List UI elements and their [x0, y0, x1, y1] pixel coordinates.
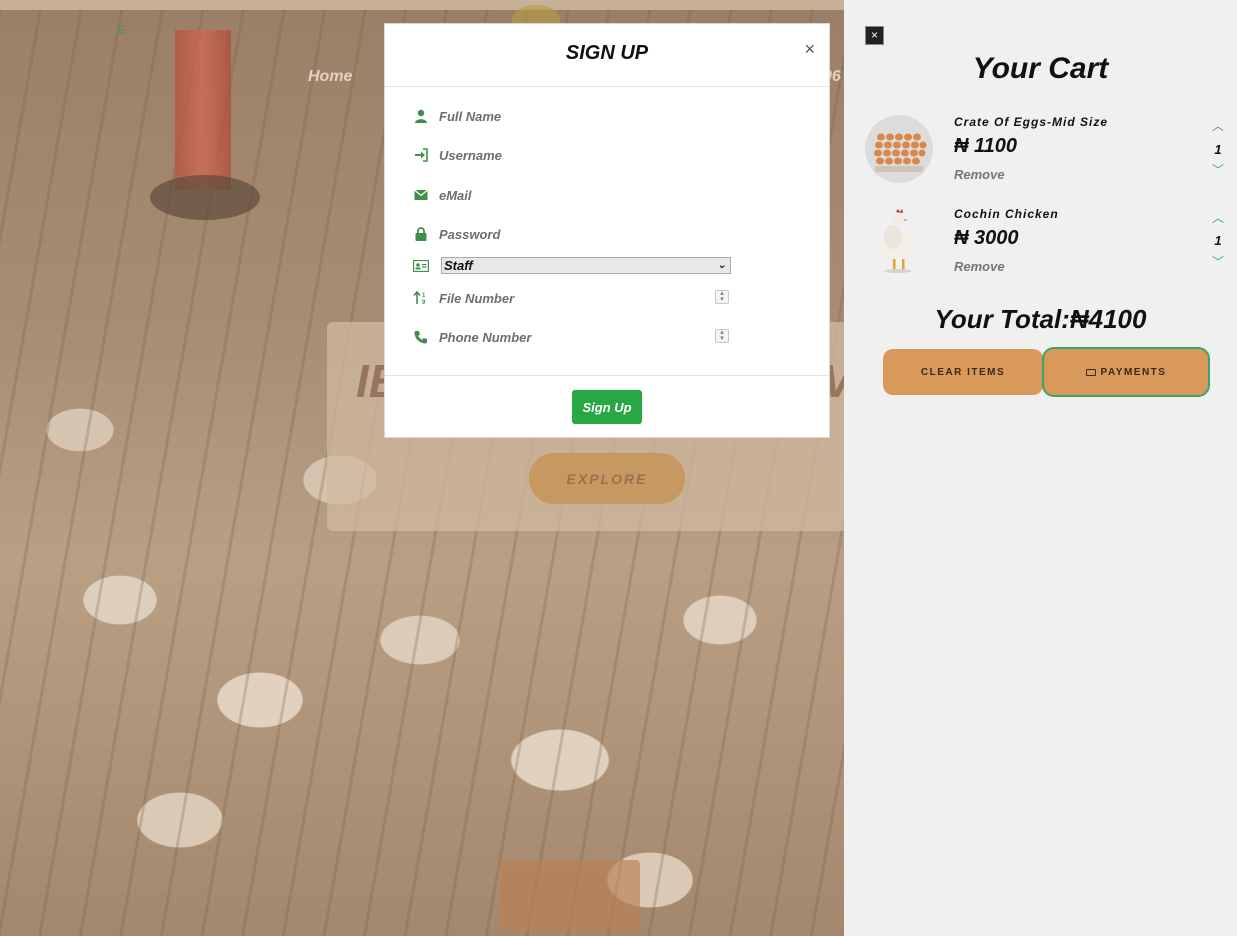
remove-item-link[interactable]: Remove — [954, 167, 1005, 182]
sign-in-icon — [413, 147, 429, 163]
full-name-row — [413, 106, 679, 126]
signup-submit-button[interactable]: Sign Up — [572, 390, 642, 424]
cart-item-quantity: 1 — [1214, 233, 1222, 248]
phone-icon — [413, 329, 429, 345]
credit-card-icon — [1085, 368, 1096, 376]
role-selected-value: Staff — [444, 258, 473, 273]
file-number-row: 19 ▴▾ — [413, 288, 729, 308]
cart-title: Your Cart — [972, 52, 1109, 85]
chevron-down-icon[interactable]: ﹀ — [1211, 256, 1225, 268]
chevron-down-icon: ⌄ — [717, 260, 726, 271]
clear-items-button[interactable]: CLEAR ITEMS — [883, 349, 1043, 395]
payments-label: PAYMENTS — [1100, 366, 1167, 378]
svg-text:9: 9 — [422, 300, 426, 305]
phone-number-row: ▴▾ — [413, 327, 729, 347]
email-input[interactable] — [439, 187, 679, 203]
username-row — [413, 145, 679, 165]
eggs-crate-image — [865, 115, 933, 183]
phone-number-spinner[interactable]: ▴ ▾ — [715, 329, 729, 343]
password-row — [413, 224, 679, 244]
chicken-image — [865, 207, 933, 275]
user-icon — [413, 108, 429, 124]
phone-number-input[interactable] — [439, 329, 679, 345]
remove-item-link[interactable]: Remove — [954, 259, 1005, 274]
signup-modal: SIGN UP × Staff ⌄ 19 — [384, 23, 830, 438]
cart-item-price: ₦ 1100 — [954, 135, 1018, 157]
envelope-icon — [413, 187, 429, 203]
cart-item: Cochin Chicken ₦ 3000 Remove ︿ 1 ﹀ — [865, 207, 1225, 287]
modal-footer: Sign Up — [385, 375, 829, 438]
cart-item-price: ₦ 3000 — [954, 227, 1019, 249]
full-name-input[interactable] — [439, 108, 679, 124]
modal-header: SIGN UP × — [385, 24, 829, 87]
sort-numeric-icon: 19 — [413, 290, 429, 306]
cart-close-icon[interactable]: × — [865, 26, 884, 45]
chevron-up-icon[interactable]: ︿ — [1211, 212, 1225, 224]
svg-text:1: 1 — [422, 293, 426, 299]
cart-panel: × Your Cart Crate Of Eggs-Mid Size ₦ 110… — [844, 0, 1237, 936]
password-input[interactable] — [439, 226, 679, 242]
close-icon[interactable]: × — [804, 40, 815, 58]
cart-total: Your Total:₦4100 — [934, 304, 1147, 334]
cart-item-name: Cochin Chicken — [954, 207, 1059, 221]
file-number-input[interactable] — [439, 290, 679, 306]
chevron-up-icon[interactable]: ︿ — [1211, 120, 1225, 132]
file-number-spinner[interactable]: ▴ ▾ — [715, 290, 729, 304]
chevron-down-icon[interactable]: ﹀ — [1211, 164, 1225, 176]
modal-title: SIGN UP — [565, 42, 649, 64]
cart-item-quantity: 1 — [1214, 142, 1222, 157]
cart-item: Crate Of Eggs-Mid Size ₦ 1100 Remove ︿ 1… — [865, 115, 1225, 195]
role-row — [413, 256, 439, 276]
payments-button[interactable]: PAYMENTS — [1042, 347, 1210, 397]
role-select[interactable]: Staff ⌄ — [441, 257, 731, 274]
id-card-icon — [413, 258, 429, 274]
cart-item-name: Crate Of Eggs-Mid Size — [954, 115, 1109, 129]
lock-icon — [413, 226, 429, 242]
username-input[interactable] — [439, 147, 679, 163]
email-row — [413, 185, 679, 205]
